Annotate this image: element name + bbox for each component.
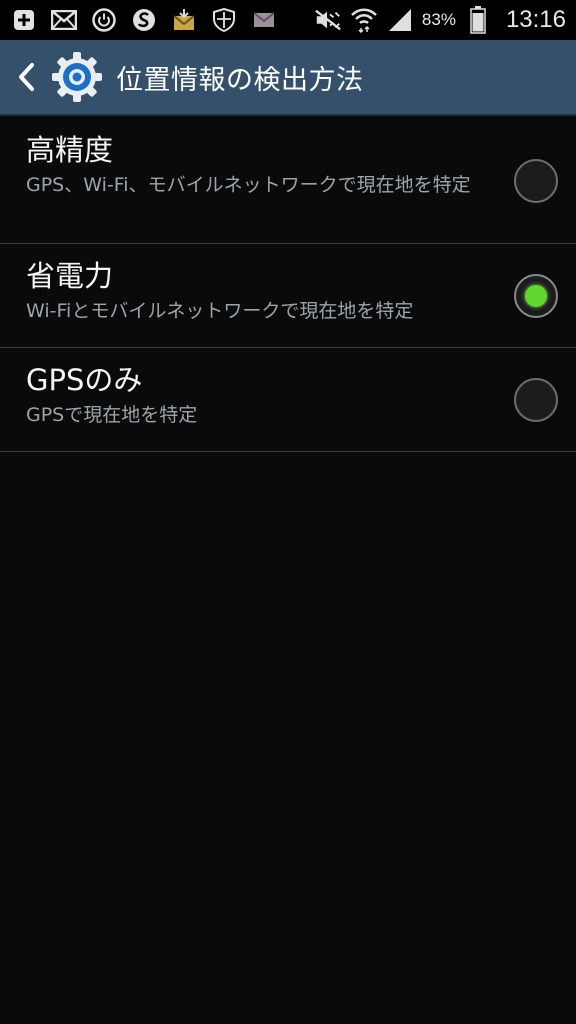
option-description: Wi-Fiとモバイルネットワークで現在地を特定 — [26, 300, 414, 322]
mail-icon — [50, 6, 78, 34]
download-mail-icon — [170, 6, 198, 34]
power-icon — [90, 6, 118, 34]
radio-button-checked[interactable] — [514, 273, 558, 318]
notification-icons — [10, 6, 278, 34]
option-gps-only[interactable]: GPSのみ GPSで現在地を特定 — [0, 348, 576, 452]
action-bar: 位置情報の検出方法 — [0, 40, 576, 116]
wifi-icon — [350, 6, 378, 34]
option-title: 省電力 — [26, 259, 114, 293]
option-battery-saving[interactable]: 省電力 Wi-Fiとモバイルネットワークで現在地を特定 — [0, 244, 576, 348]
option-high-accuracy[interactable]: 高精度 GPS、Wi-Fi、モバイルネットワークで現在地を特定 — [0, 118, 576, 244]
option-title: 高精度 — [26, 133, 114, 167]
signal-icon — [386, 6, 414, 34]
location-method-list: 高精度 GPS、Wi-Fi、モバイルネットワークで現在地を特定 省電力 Wi-F… — [0, 118, 576, 452]
mute-icon — [314, 6, 342, 34]
radio-button-unchecked[interactable] — [514, 158, 558, 203]
option-title: GPSのみ — [26, 363, 143, 397]
page-title: 位置情報の検出方法 — [116, 64, 364, 96]
back-button[interactable] — [4, 39, 48, 115]
radio-button-unchecked[interactable] — [514, 377, 558, 422]
battery-icon — [464, 6, 492, 34]
shield-icon — [210, 6, 238, 34]
location-settings-gear-icon[interactable] — [50, 50, 104, 104]
system-icons: 83% 13:16 — [314, 6, 566, 34]
option-description: GPS、Wi-Fi、モバイルネットワークで現在地を特定 — [26, 174, 471, 196]
s-app-icon — [130, 6, 158, 34]
status-bar: 83% 13:16 — [0, 0, 576, 40]
option-description: GPSで現在地を特定 — [26, 404, 198, 426]
chevron-left-icon — [19, 63, 34, 91]
plus-icon — [10, 6, 38, 34]
mail-small-icon — [250, 6, 278, 34]
radio-selected-dot — [525, 284, 547, 307]
clock: 13:16 — [505, 6, 566, 33]
battery-percentage: 83% — [421, 10, 456, 29]
